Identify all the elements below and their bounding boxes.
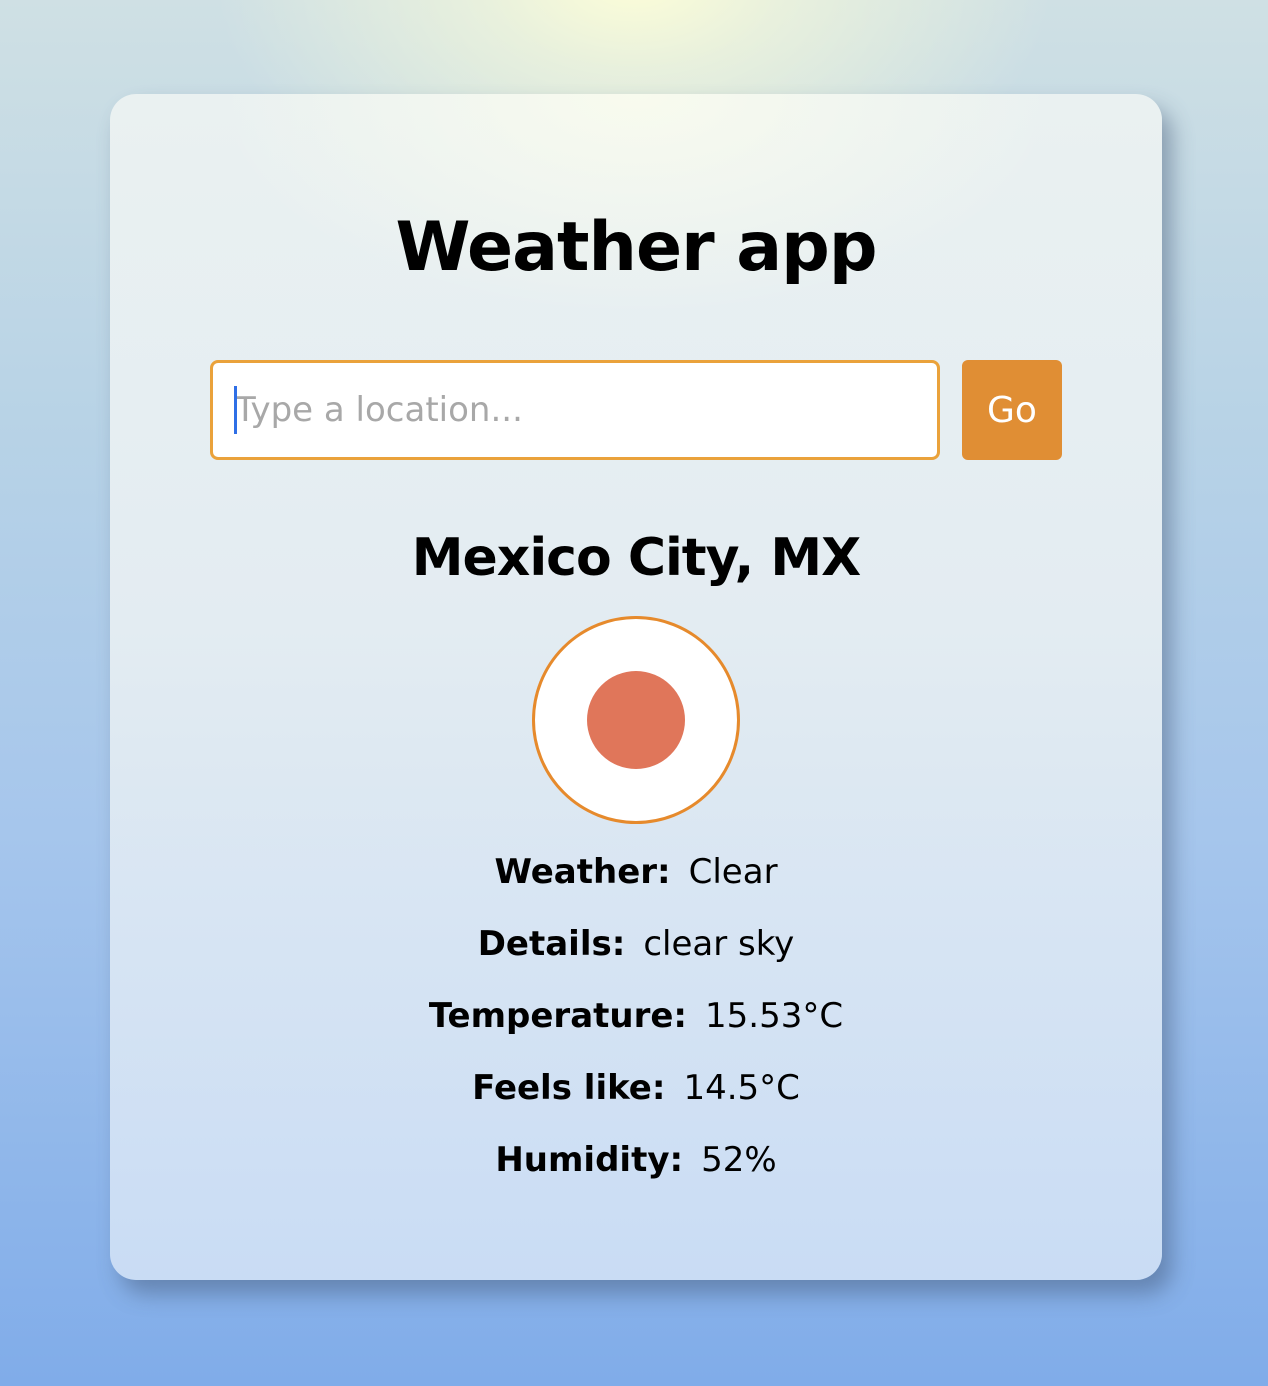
weather-card: Weather app Go Mexico City, MX Weather: C… — [110, 94, 1162, 1280]
detail-label: Humidity: — [495, 1140, 684, 1180]
detail-value: 14.5°C — [683, 1068, 800, 1108]
detail-label: Feels like: — [472, 1068, 666, 1108]
detail-value: 52% — [701, 1140, 777, 1180]
detail-row-temperature: Temperature: 15.53°C — [110, 980, 1162, 1052]
weather-icon-frame — [532, 616, 740, 824]
detail-row-description: Details: clear sky — [110, 908, 1162, 980]
detail-label: Details: — [477, 924, 626, 964]
detail-row-feels-like: Feels like: 14.5°C — [110, 1052, 1162, 1124]
detail-value: Clear — [688, 852, 778, 892]
page-title: Weather app — [395, 208, 877, 287]
detail-row-humidity: Humidity: 52% — [110, 1124, 1162, 1196]
detail-label: Weather: — [494, 852, 671, 892]
weather-details: Weather: Clear Details: clear sky Temperat… — [110, 836, 1162, 1196]
sun-icon — [587, 671, 685, 769]
text-caret — [234, 386, 237, 434]
detail-label: Temperature: — [428, 996, 688, 1036]
location-search-input[interactable] — [210, 360, 940, 460]
detail-row-weather: Weather: Clear — [110, 836, 1162, 908]
detail-value: 15.53°C — [705, 996, 844, 1036]
detail-value: clear sky — [643, 924, 795, 964]
go-button[interactable]: Go — [962, 360, 1062, 460]
location-name: Mexico City, MX — [411, 528, 861, 588]
